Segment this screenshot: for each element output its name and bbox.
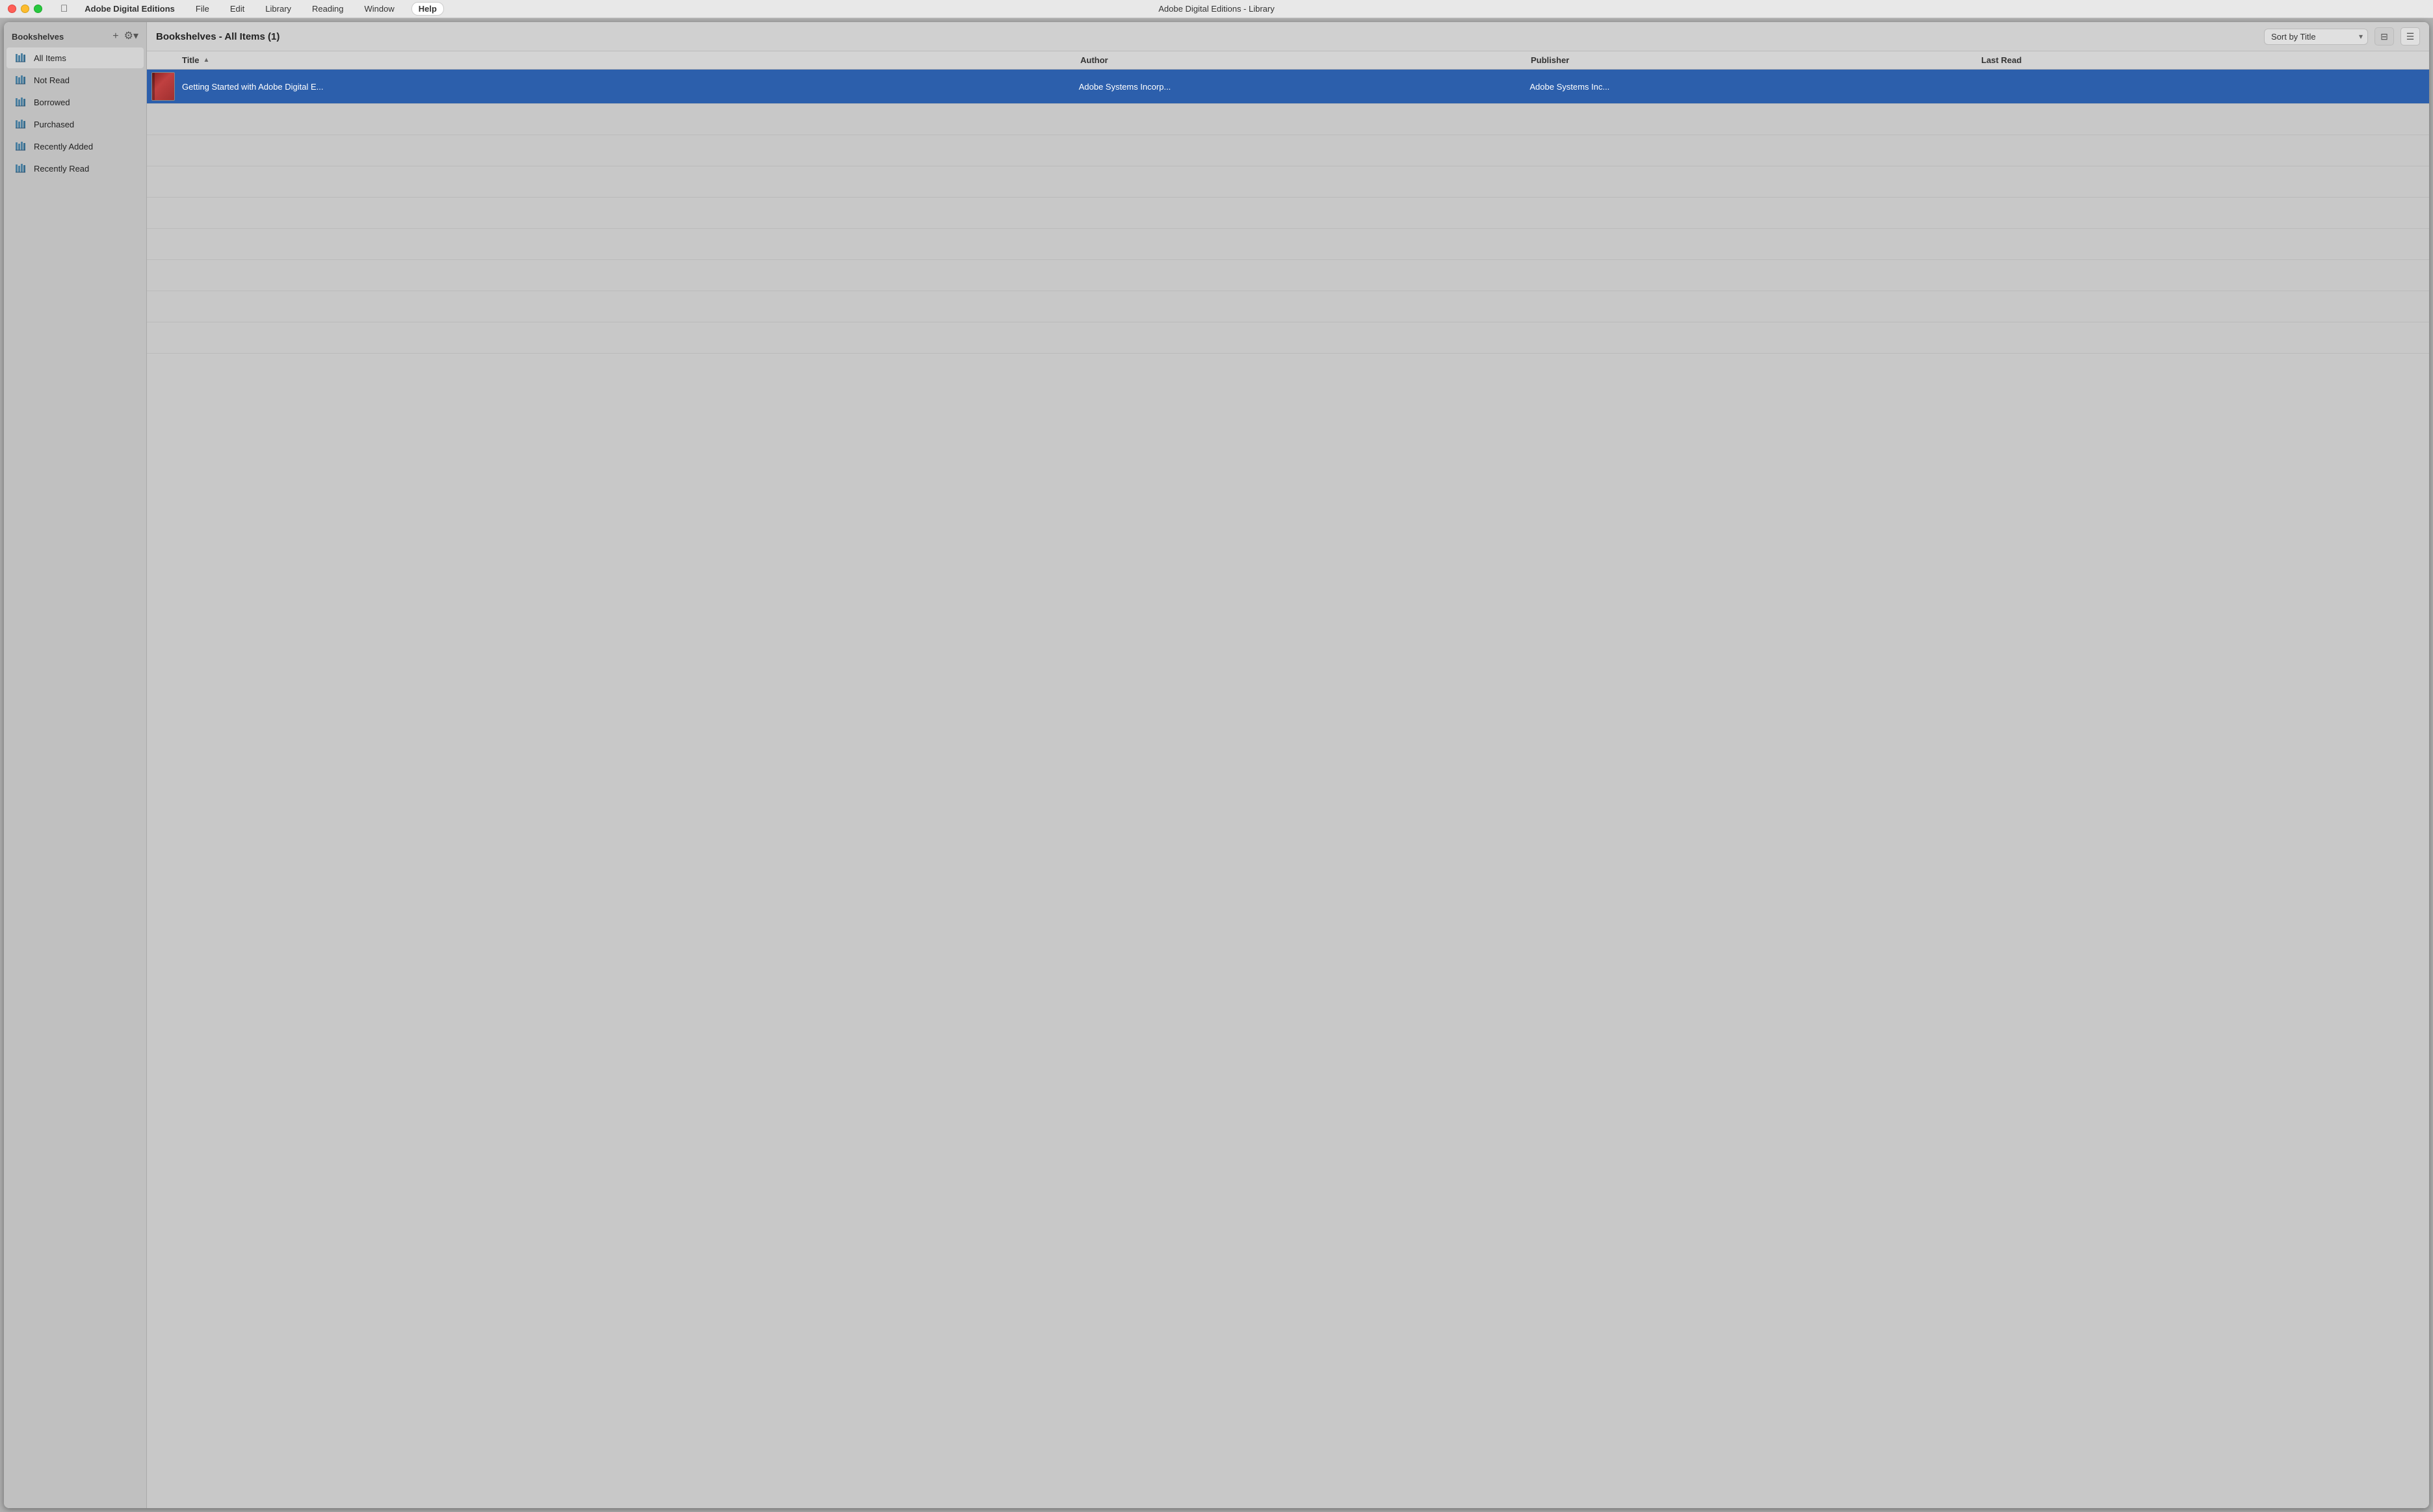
sort-arrow-icon: ▲ [203, 57, 210, 64]
sidebar-item-recently-added[interactable]: Recently Added [7, 136, 144, 157]
page-title: Bookshelves - All Items (1) [156, 31, 280, 42]
main-header-controls: Sort by Title Sort by Author Sort by Pub… [2264, 27, 2420, 46]
view-list-button[interactable]: ⊟ [2374, 27, 2394, 46]
book-publisher-cell: Adobe Systems Inc... [1527, 79, 1978, 94]
sidebar-item-label-recently-added: Recently Added [34, 142, 93, 151]
bookshelf-icon-recently-read [14, 162, 27, 175]
bookshelf-icon-not-read [14, 73, 27, 86]
empty-row-8 [147, 322, 2429, 354]
sidebar-item-all-items[interactable]: All Items [7, 47, 144, 68]
sidebar-item-label-purchased: Purchased [34, 120, 74, 129]
table-col-publisher-header[interactable]: Publisher [1528, 55, 1979, 65]
bookshelf-icon-purchased [14, 118, 27, 131]
sidebar-header: Bookshelves + ⚙▾ [4, 29, 146, 47]
menu-window[interactable]: Window [360, 3, 398, 15]
empty-row-5 [147, 229, 2429, 260]
sidebar-item-not-read[interactable]: Not Read [7, 70, 144, 90]
menu-edit[interactable]: Edit [226, 3, 248, 15]
empty-row-1 [147, 104, 2429, 135]
apple-icon[interactable]:  [60, 3, 68, 14]
table-col-title-header[interactable]: Title ▲ [179, 55, 1078, 65]
empty-row-7 [147, 291, 2429, 322]
sidebar-item-label-all-items: All Items [34, 53, 66, 63]
list-view-icon: ⊟ [2380, 31, 2388, 42]
main-header: Bookshelves - All Items (1) Sort by Titl… [147, 22, 2429, 51]
sort-dropdown[interactable]: Sort by Title Sort by Author Sort by Pub… [2264, 29, 2368, 45]
book-lastread-cell [1978, 84, 2429, 89]
sidebar-item-recently-read[interactable]: Recently Read [7, 158, 144, 179]
book-thumbnail [147, 70, 179, 103]
window-content: Bookshelves + ⚙▾ All Items [4, 22, 2429, 1508]
bookshelf-icon-borrowed [14, 96, 27, 109]
window-title: Adobe Digital Editions - Library [1158, 4, 1274, 14]
empty-row-2 [147, 135, 2429, 166]
menu-help[interactable]: Help [411, 2, 444, 16]
add-bookshelf-button[interactable]: + [112, 31, 118, 42]
empty-row-3 [147, 166, 2429, 198]
book-title-cell: Getting Started with Adobe Digital E... [179, 79, 1076, 94]
menu-file[interactable]: File [192, 3, 213, 15]
empty-row-4 [147, 198, 2429, 229]
maximize-button[interactable] [34, 5, 42, 13]
empty-row-6 [147, 260, 2429, 291]
main-panel: Bookshelves - All Items (1) Sort by Titl… [147, 22, 2429, 1508]
table-header: Title ▲ Author Publisher Last Read [147, 51, 2429, 70]
sidebar-item-purchased[interactable]: Purchased [7, 114, 144, 135]
bookshelf-icon-recently-added [14, 140, 27, 153]
close-button[interactable] [8, 5, 16, 13]
sidebar-item-label-not-read: Not Read [34, 75, 70, 85]
table-row[interactable]: Getting Started with Adobe Digital E... … [147, 70, 2429, 104]
menu-bar:  Adobe Digital Editions File Edit Libra… [0, 0, 2433, 18]
menu-app-title[interactable]: Adobe Digital Editions [81, 3, 179, 15]
gear-icon: ⚙▾ [124, 31, 138, 42]
table-container: Title ▲ Author Publisher Last Read Getti… [147, 51, 2429, 1508]
sidebar-item-label-recently-read: Recently Read [34, 164, 89, 174]
menu-reading[interactable]: Reading [308, 3, 347, 15]
menu-library[interactable]: Library [261, 3, 295, 15]
sidebar-item-borrowed[interactable]: Borrowed [7, 92, 144, 112]
sidebar-actions: + ⚙▾ [112, 31, 138, 42]
detail-view-icon: ☰ [2406, 31, 2415, 42]
sidebar-item-label-borrowed: Borrowed [34, 98, 70, 107]
table-col-lastread-header[interactable]: Last Read [1979, 55, 2429, 65]
sort-dropdown-wrapper: Sort by Title Sort by Author Sort by Pub… [2264, 29, 2368, 45]
main-window: Bookshelves + ⚙▾ All Items [4, 22, 2429, 1508]
bookshelf-icon [14, 51, 27, 64]
traffic-lights [8, 5, 42, 13]
sidebar-title: Bookshelves [12, 32, 64, 42]
table-col-author-header[interactable]: Author [1078, 55, 1528, 65]
sidebar: Bookshelves + ⚙▾ All Items [4, 22, 147, 1508]
view-detail-button[interactable]: ☰ [2400, 27, 2420, 46]
book-cover [151, 72, 175, 101]
bookshelf-settings-button[interactable]: ⚙▾ [124, 31, 138, 42]
book-author-cell: Adobe Systems Incorp... [1076, 79, 1528, 94]
minimize-button[interactable] [21, 5, 29, 13]
